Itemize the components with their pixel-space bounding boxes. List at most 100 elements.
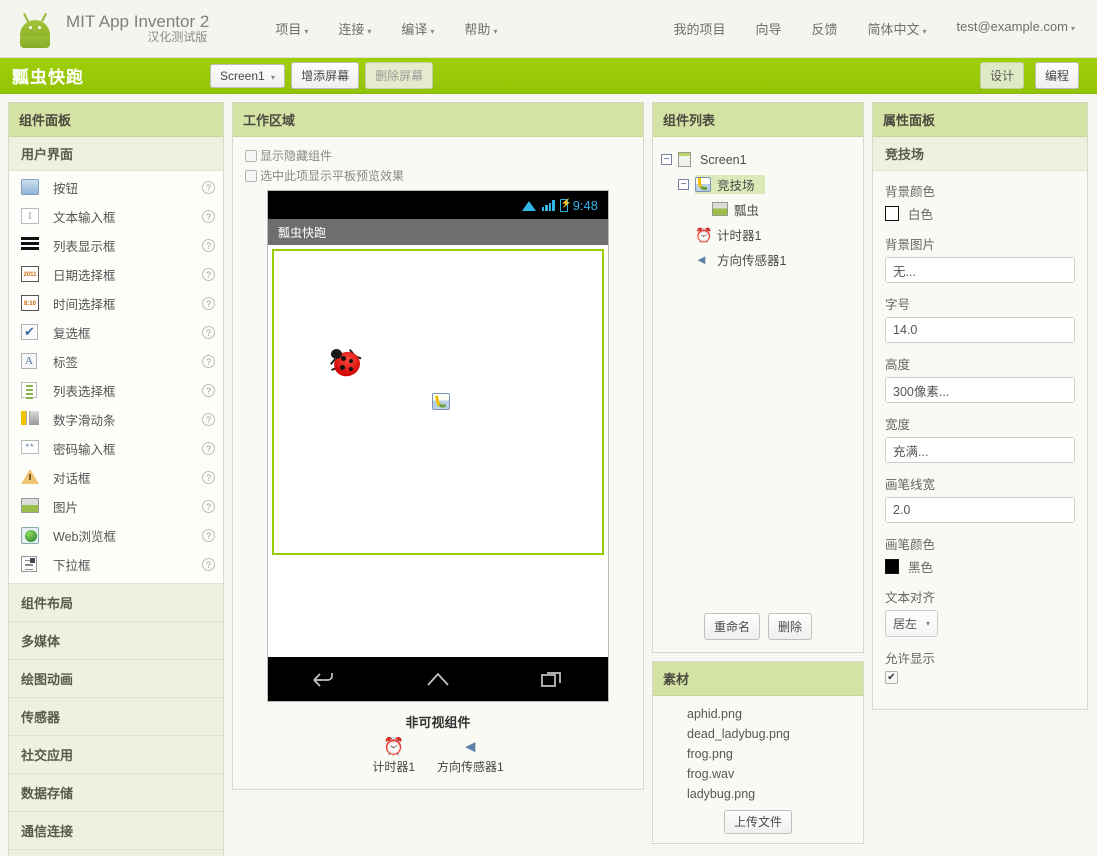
menu-language[interactable]: 简体中文▾ xyxy=(867,19,926,38)
nonvisible-orientation-sensor[interactable]: ◄ 方向传感器1 xyxy=(437,737,504,775)
height-field[interactable] xyxy=(885,377,1075,403)
timepicker-icon: 8:10 xyxy=(21,295,41,313)
rename-button[interactable]: 重命名 xyxy=(704,613,760,640)
palette-section-user-interface[interactable]: 用户界面 xyxy=(9,137,223,171)
media-item[interactable]: frog.png xyxy=(653,744,863,764)
font-size-field[interactable] xyxy=(885,317,1075,343)
canvas-component[interactable] xyxy=(272,249,604,555)
collapse-toggle-icon[interactable]: − xyxy=(661,154,672,165)
palette-section-connectivity[interactable]: 通信连接 xyxy=(9,812,223,850)
background-color-picker[interactable]: 白色 xyxy=(885,204,1075,223)
palette-item-spinner[interactable]: 下拉框 ? xyxy=(9,550,223,579)
palette-item-timepicker[interactable]: 8:10 时间选择框 ? xyxy=(9,289,223,318)
tree-node-sprite[interactable]: 瓢虫 xyxy=(661,197,855,222)
palette-item-checkbox[interactable]: ✔ 复选框 ? xyxy=(9,318,223,347)
palette-section-drawing-animation[interactable]: 绘图动画 xyxy=(9,660,223,698)
paint-color-picker[interactable]: 黑色 xyxy=(885,557,1075,576)
show-hidden-components-row[interactable]: 显示隐藏组件 xyxy=(245,147,631,164)
palette-section-storage[interactable]: 数据存储 xyxy=(9,774,223,812)
remove-screen-button[interactable]: 删除屏幕 xyxy=(365,62,433,89)
palette-item-button[interactable]: 按钮 ? xyxy=(9,173,223,202)
palette-section-layout[interactable]: 组件布局 xyxy=(9,584,223,622)
background-image-field[interactable] xyxy=(885,257,1075,283)
orientation-sensor-icon: ◄ xyxy=(437,737,504,757)
menu-connect[interactable]: 连接▾ xyxy=(338,19,371,38)
help-icon[interactable]: ? xyxy=(202,355,215,368)
media-item[interactable]: ladybug.png xyxy=(653,784,863,804)
tree-node-label: 瓢虫 xyxy=(734,200,759,219)
visible-checkbox[interactable]: ✔ xyxy=(885,671,898,684)
palette-section-social[interactable]: 社交应用 xyxy=(9,736,223,774)
project-title: 瓢虫快跑 xyxy=(12,63,84,88)
help-icon[interactable]: ? xyxy=(202,210,215,223)
media-item[interactable]: dead_ladybug.png xyxy=(653,724,863,744)
menu-project[interactable]: 项目▾ xyxy=(275,19,308,38)
nonvisible-sensor-label: 方向传感器1 xyxy=(437,758,504,775)
tree-node-label: 竞技场 xyxy=(717,175,755,194)
help-icon[interactable]: ? xyxy=(202,384,215,397)
help-icon[interactable]: ? xyxy=(202,558,215,571)
menu-help[interactable]: 帮助▾ xyxy=(464,19,497,38)
tablet-preview-checkbox[interactable] xyxy=(245,170,257,182)
upload-file-button[interactable]: 上传文件 xyxy=(724,810,792,834)
tree-node-canvas[interactable]: − 竞技场 xyxy=(661,172,855,197)
tree-node-screen1[interactable]: − Screen1 xyxy=(661,147,855,172)
palette-item-listpicker[interactable]: 列表选择框 ? xyxy=(9,376,223,405)
help-icon[interactable]: ? xyxy=(202,268,215,281)
menu-my-projects[interactable]: 我的项目 xyxy=(673,19,725,38)
menu-build[interactable]: 编译▾ xyxy=(401,19,434,38)
palette-section-media[interactable]: 多媒体 xyxy=(9,622,223,660)
palette-item-listview[interactable]: 列表显示框 ? xyxy=(9,231,223,260)
menu-guide[interactable]: 向导 xyxy=(755,19,781,38)
account-menu: 我的项目 向导 反馈 简体中文▾ test@example.com▾ xyxy=(673,19,1083,38)
property-label: 背景图片 xyxy=(885,234,1075,253)
palette-section-sensors[interactable]: 传感器 xyxy=(9,698,223,736)
palette-item-notifier[interactable]: 对话框 ? xyxy=(9,463,223,492)
tab-designer[interactable]: 设计 xyxy=(980,62,1024,89)
palette-item-label: 下拉框 xyxy=(53,555,202,574)
menu-feedback[interactable]: 反馈 xyxy=(811,19,837,38)
palette-item-textbox[interactable]: I 文本输入框 ? xyxy=(9,202,223,231)
tree-node-orientation-sensor[interactable]: ◄ 方向传感器1 xyxy=(661,247,855,272)
palette-item-datepicker[interactable]: 2011 日期选择框 ? xyxy=(9,260,223,289)
palette-section-lego-robots[interactable]: 乐高®机器人 xyxy=(9,850,223,856)
phone-screen[interactable] xyxy=(268,245,608,657)
tree-node-clock[interactable]: ⏰ 计时器1 xyxy=(661,222,855,247)
menu-account[interactable]: test@example.com▾ xyxy=(957,19,1075,38)
brand-subtitle: 汉化测试版 xyxy=(66,31,209,44)
palette-item-webviewer[interactable]: Web浏览框 ? xyxy=(9,521,223,550)
palette-item-image[interactable]: 图片 ? xyxy=(9,492,223,521)
ladybug-sprite[interactable] xyxy=(329,346,363,378)
help-icon[interactable]: ? xyxy=(202,529,215,542)
delete-button[interactable]: 删除 xyxy=(768,613,812,640)
nonvisible-clock[interactable]: ⏰ 计时器1 xyxy=(372,737,415,775)
palette-item-label[interactable]: A 标签 ? xyxy=(9,347,223,376)
media-item[interactable]: frog.wav xyxy=(653,764,863,784)
help-icon[interactable]: ? xyxy=(202,297,215,310)
palette-item-password[interactable]: ** 密码输入框 ? xyxy=(9,434,223,463)
tablet-preview-row[interactable]: 选中此项显示平板预览效果 xyxy=(245,167,631,184)
spinner-icon xyxy=(21,556,41,574)
property-background-color: 背景颜色 白色 xyxy=(885,181,1075,223)
battery-icon xyxy=(560,199,568,212)
media-item[interactable]: aphid.png xyxy=(653,704,863,724)
tab-blocks[interactable]: 编程 xyxy=(1035,62,1079,89)
help-icon[interactable]: ? xyxy=(202,442,215,455)
width-field[interactable] xyxy=(885,437,1075,463)
help-icon[interactable]: ? xyxy=(202,326,215,339)
add-screen-button[interactable]: 增添屏幕 xyxy=(291,62,359,89)
line-width-field[interactable] xyxy=(885,497,1075,523)
nonvisible-components-title: 非可视组件 xyxy=(245,712,631,731)
textbox-icon: I xyxy=(21,208,41,226)
help-icon[interactable]: ? xyxy=(202,413,215,426)
help-icon[interactable]: ? xyxy=(202,181,215,194)
text-alignment-select[interactable]: 居左 ▾ xyxy=(885,610,938,637)
palette-item-slider[interactable]: 数字滑动条 ? xyxy=(9,405,223,434)
property-label: 允许显示 xyxy=(885,648,1075,667)
show-hidden-components-checkbox[interactable] xyxy=(245,150,257,162)
help-icon[interactable]: ? xyxy=(202,239,215,252)
screen-selector[interactable]: Screen1 ▾ xyxy=(210,64,285,88)
collapse-toggle-icon[interactable]: − xyxy=(678,179,689,190)
help-icon[interactable]: ? xyxy=(202,500,215,513)
help-icon[interactable]: ? xyxy=(202,471,215,484)
